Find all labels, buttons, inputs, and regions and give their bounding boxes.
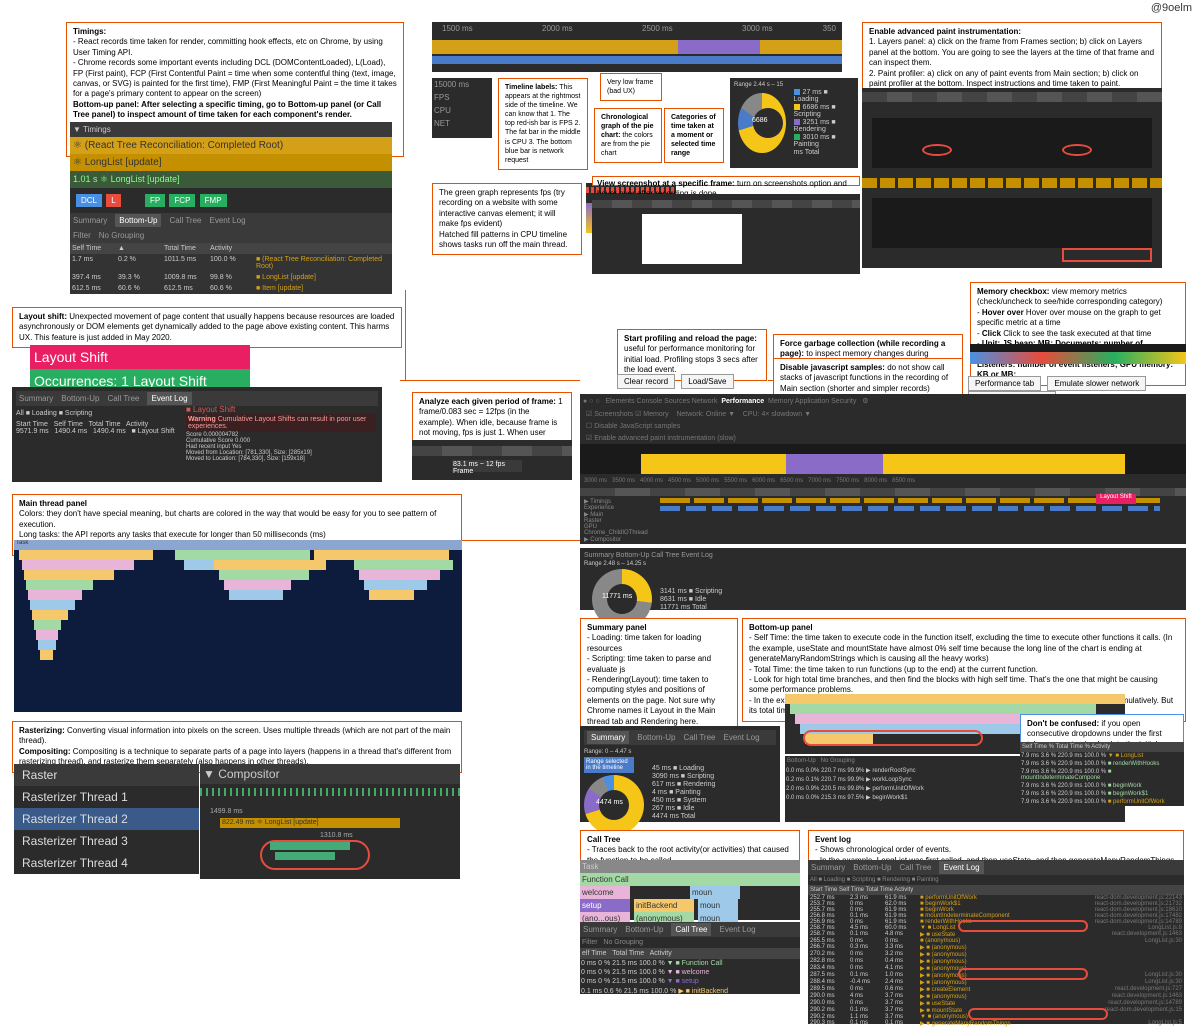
disable-js-annotation: Disable javascript samples: do not show … [773, 358, 963, 399]
bottomup-tab[interactable]: Bottom-Up [115, 214, 161, 227]
dcl-badge: DCL [76, 194, 102, 207]
author-handle: @9oelm [1151, 2, 1192, 14]
timings-panel: ▼ Timings ⚛ (React Tree Reconciliation: … [70, 122, 392, 292]
raster-threads: Raster Rasterizer Thread 1 Rasterizer Th… [14, 764, 199, 874]
record-buttons: Clear record Load/Save [617, 374, 738, 389]
large-devtools[interactable]: ● ○ ○ Elements Console Sources Network P… [580, 394, 1186, 544]
fp-badge: FP [145, 194, 165, 207]
low-frame-annotation: Very low frame (bad UX) [600, 73, 662, 101]
confused-table: Self Time % Total Time % Activity 7.9 ms… [1020, 742, 1184, 806]
main-thread-flame[interactable]: Task [14, 540, 462, 712]
profiling-annotation: Start profiling and reload the page: use… [617, 329, 767, 381]
paint-instrumentation-annotation: Enable advanced paint instrumentation: 1… [862, 22, 1162, 94]
memory-annotation: Memory checkbox: view memory metrics (ch… [970, 282, 1186, 386]
call-tree-stack: Task Function Call welcome moun setup in… [580, 860, 800, 920]
top-timeline[interactable]: 1500 ms 2000 ms 2500 ms 3000 ms 350 [432, 22, 842, 72]
summary-pie: SummaryBottom-UpCall TreeEvent Log Range… [580, 726, 780, 822]
compositor-header: ▼ Compositor [200, 764, 460, 784]
pie-desc-annotation: Chronological graph of the pie chart: th… [594, 108, 662, 163]
right-pie-panel: Summary Bottom-Up Call Tree Event Log Ra… [580, 548, 1186, 610]
clear-record-button[interactable]: Clear record [617, 374, 675, 389]
event-log-table[interactable]: SummaryBottom-UpCall TreeEvent Log All ■… [808, 860, 1184, 1024]
analyze-panel[interactable]: 83.1 ms ~ 12 fps Frame [412, 440, 572, 480]
screenshot-annotation: View screenshot at a specific frame: tur… [592, 176, 860, 186]
compositor-timeline[interactable]: 1499.8 ms 822.49 ms ⚛ LongList [update] … [200, 784, 460, 879]
call-tree-table[interactable]: SummaryBottom-UpCall TreeEvent Log Filte… [580, 922, 800, 994]
timeline-labels-annotation: Timeline labels: This appears at the rig… [498, 78, 588, 170]
screenshot-panel[interactable] [592, 194, 860, 274]
emulate-network-button[interactable]: Emulate slower network [1047, 376, 1146, 391]
layout-shift-details: SummaryBottom-UpCall TreeEvent Log All ■… [12, 387, 382, 482]
pie-chart-panel: Range 2.44 s – 15 6686 27 ms ■ Loading 6… [730, 78, 858, 168]
green-graph-annotation: The green graph represents fps (try reco… [432, 183, 582, 255]
pie-cat-annotation: Categories of time taken at a moment or … [664, 108, 724, 163]
fcp-badge: FCP [169, 194, 195, 207]
memory-graph[interactable] [970, 344, 1186, 364]
paint-panel[interactable] [862, 88, 1162, 268]
layout-shift-annotation: Layout shift: Unexpected movement of pag… [12, 307, 402, 348]
layout-shift-panel: Layout Shift Occurrences: 1 Layout Shift [30, 345, 250, 393]
load-badge: L [106, 194, 120, 207]
fmp-badge: FMP [200, 194, 227, 207]
perf-tab-button[interactable]: Performance tab [968, 376, 1041, 391]
load-save-button[interactable]: Load/Save [681, 374, 733, 389]
fps-cpu-labels: 15000 ms FPS CPU NET [432, 78, 492, 138]
